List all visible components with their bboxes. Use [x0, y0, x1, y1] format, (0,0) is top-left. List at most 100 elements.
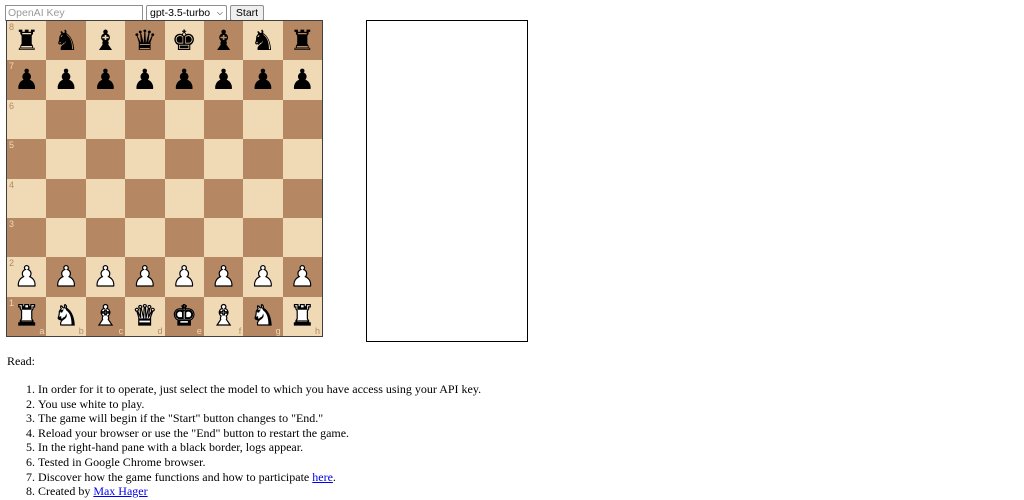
white-pawn-icon[interactable]: ♟ [210, 262, 236, 291]
square-a8[interactable]: 8 ♜ [7, 21, 47, 61]
white-pawn-icon[interactable]: ♟ [171, 262, 197, 291]
square-b1[interactable]: b ♞ [46, 296, 86, 336]
white-rook-icon[interactable]: ♜ [14, 301, 40, 330]
white-knight-icon[interactable]: ♞ [250, 301, 276, 330]
square-b5[interactable] [46, 139, 86, 179]
black-knight-icon[interactable]: ♞ [54, 26, 79, 55]
square-c7[interactable]: ♟ [85, 60, 126, 100]
black-rook-icon[interactable]: ♜ [14, 26, 39, 55]
square-e7[interactable]: ♟ [164, 60, 204, 100]
black-bishop-icon[interactable]: ♝ [93, 26, 118, 55]
square-f4[interactable] [203, 178, 244, 218]
square-e1[interactable]: e ♚ [164, 296, 204, 336]
white-pawn-icon[interactable]: ♟ [289, 262, 315, 291]
square-e5[interactable] [164, 139, 204, 179]
square-d5[interactable] [125, 139, 165, 179]
square-h7[interactable]: ♟ [282, 60, 322, 100]
black-queen-icon[interactable]: ♛ [132, 26, 157, 55]
black-pawn-icon[interactable]: ♟ [14, 66, 39, 94]
white-pawn-icon[interactable]: ♟ [250, 262, 276, 291]
square-d1[interactable]: d ♛ [125, 296, 165, 336]
white-bishop-icon[interactable]: ♝ [210, 301, 236, 330]
start-button[interactable]: Start [230, 4, 264, 21]
square-h1[interactable]: h ♜ [282, 296, 322, 336]
black-pawn-icon[interactable]: ♟ [172, 66, 197, 94]
square-e6[interactable] [164, 99, 204, 140]
black-pawn-icon[interactable]: ♟ [54, 66, 79, 94]
square-a3[interactable]: 3 [7, 217, 47, 258]
square-e2[interactable]: ♟ [164, 257, 204, 297]
square-e8[interactable]: ♚ [164, 21, 204, 61]
square-d3[interactable] [125, 217, 165, 258]
white-king-icon[interactable]: ♚ [171, 301, 197, 330]
square-f6[interactable] [203, 99, 244, 140]
square-f3[interactable] [203, 217, 244, 258]
black-pawn-icon[interactable]: ♟ [93, 66, 118, 94]
square-h2[interactable]: ♟ [282, 257, 322, 297]
square-g8[interactable]: ♞ [243, 21, 283, 61]
white-pawn-icon[interactable]: ♟ [92, 262, 118, 291]
square-d6[interactable] [125, 99, 165, 140]
square-b3[interactable] [46, 217, 86, 258]
square-c3[interactable] [85, 217, 126, 258]
square-a7[interactable]: 7 ♟ [7, 60, 47, 100]
square-a2[interactable]: 2 ♟ [7, 257, 47, 297]
square-a5[interactable]: 5 [7, 139, 47, 179]
square-d2[interactable]: ♟ [125, 257, 165, 297]
square-a1[interactable]: 1 a ♜ [7, 296, 47, 336]
square-d8[interactable]: ♛ [125, 21, 165, 61]
square-f5[interactable] [203, 139, 244, 179]
white-rook-icon[interactable]: ♜ [289, 301, 315, 330]
white-pawn-icon[interactable]: ♟ [14, 262, 40, 291]
model-select[interactable]: gpt-3.5-turbo ⌵ [146, 4, 227, 21]
square-g4[interactable] [243, 178, 283, 218]
square-g3[interactable] [243, 217, 283, 258]
square-b6[interactable] [46, 99, 86, 140]
square-h4[interactable] [282, 178, 322, 218]
square-c4[interactable] [85, 178, 126, 218]
black-bishop-icon[interactable]: ♝ [211, 26, 236, 55]
square-c8[interactable]: ♝ [85, 21, 126, 61]
square-h8[interactable]: ♜ [282, 21, 322, 61]
black-pawn-icon[interactable]: ♟ [132, 66, 157, 94]
black-knight-icon[interactable]: ♞ [250, 26, 275, 55]
api-key-input[interactable] [5, 4, 143, 21]
here-link[interactable]: here [312, 470, 333, 484]
square-c5[interactable] [85, 139, 126, 179]
white-bishop-icon[interactable]: ♝ [92, 301, 118, 330]
square-e4[interactable] [164, 178, 204, 218]
square-b7[interactable]: ♟ [46, 60, 86, 100]
square-d4[interactable] [125, 178, 165, 218]
white-knight-icon[interactable]: ♞ [53, 301, 79, 330]
white-pawn-icon[interactable]: ♟ [53, 262, 79, 291]
square-f7[interactable]: ♟ [203, 60, 244, 100]
white-queen-icon[interactable]: ♛ [132, 301, 158, 330]
square-g7[interactable]: ♟ [243, 60, 283, 100]
square-a6[interactable]: 6 [7, 99, 47, 140]
white-pawn-icon[interactable]: ♟ [132, 262, 158, 291]
square-g6[interactable] [243, 99, 283, 140]
square-c1[interactable]: c ♝ [85, 296, 126, 336]
square-d7[interactable]: ♟ [125, 60, 165, 100]
square-e3[interactable] [164, 217, 204, 258]
black-pawn-icon[interactable]: ♟ [290, 66, 315, 94]
square-b2[interactable]: ♟ [46, 257, 86, 297]
square-c6[interactable] [85, 99, 126, 140]
square-b8[interactable]: ♞ [46, 21, 86, 61]
black-pawn-icon[interactable]: ♟ [250, 66, 275, 94]
square-a4[interactable]: 4 [7, 178, 47, 218]
square-g5[interactable] [243, 139, 283, 179]
square-b4[interactable] [46, 178, 86, 218]
square-h6[interactable] [282, 99, 322, 140]
square-g1[interactable]: g ♞ [243, 296, 283, 336]
square-g2[interactable]: ♟ [243, 257, 283, 297]
square-f1[interactable]: f ♝ [203, 296, 244, 336]
square-c2[interactable]: ♟ [85, 257, 126, 297]
black-king-icon[interactable]: ♚ [172, 26, 197, 55]
black-pawn-icon[interactable]: ♟ [211, 66, 236, 94]
square-h5[interactable] [282, 139, 322, 179]
square-f8[interactable]: ♝ [203, 21, 244, 61]
black-rook-icon[interactable]: ♜ [290, 26, 315, 55]
square-f2[interactable]: ♟ [203, 257, 244, 297]
square-h3[interactable] [282, 217, 322, 258]
